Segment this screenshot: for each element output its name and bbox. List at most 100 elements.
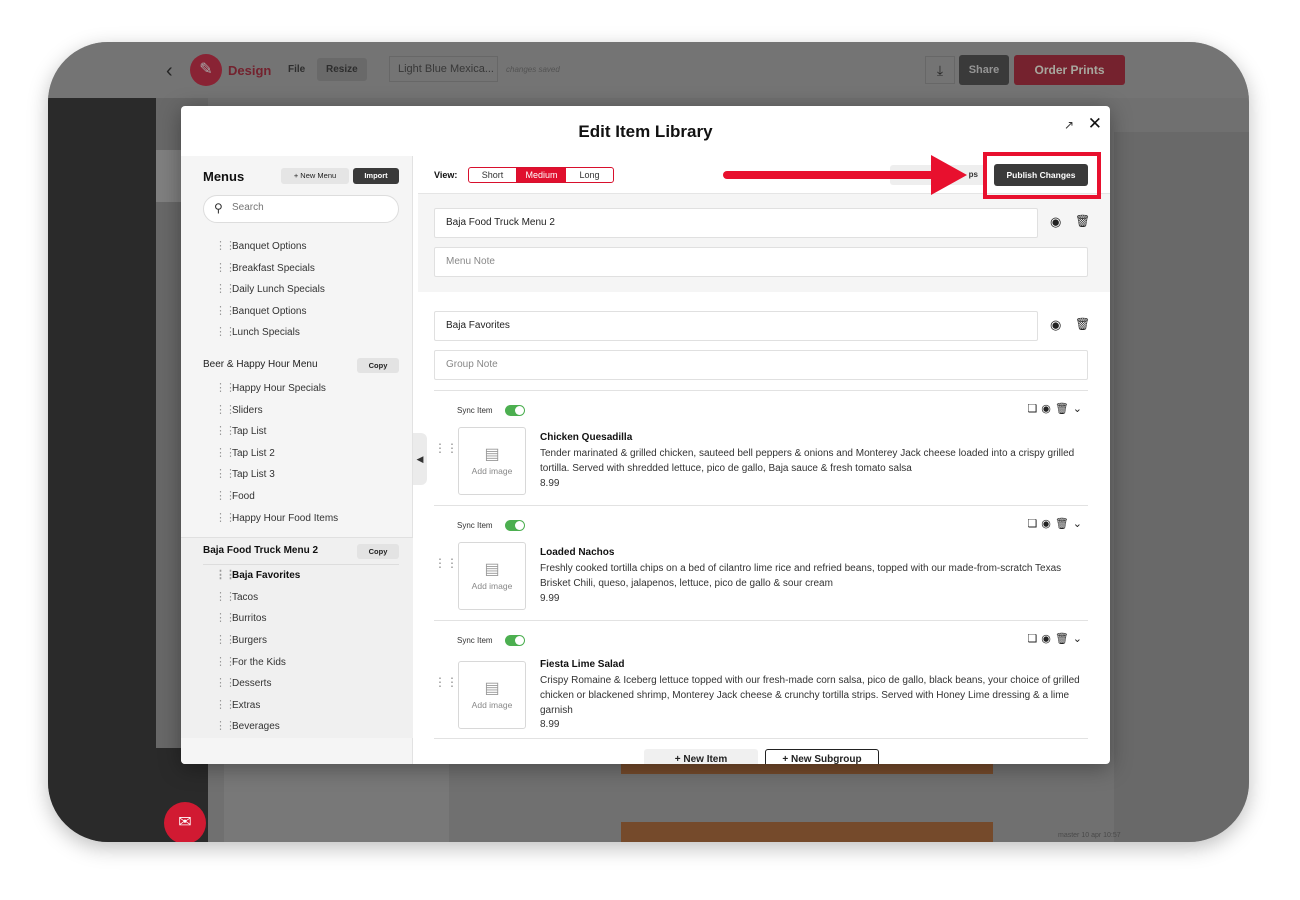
eye-icon[interactable]: ◉ [1041, 518, 1055, 530]
search-box[interactable]: ⚲ [203, 195, 399, 223]
add-image-button[interactable]: ▤ Add image [458, 661, 526, 729]
view-medium[interactable]: Medium [517, 168, 566, 182]
list-item[interactable]: ⋮⋮ Sliders [181, 400, 413, 422]
menu-header-beer[interactable]: Beer & Happy Hour Menu Copy [181, 352, 413, 378]
sync-toggle[interactable] [505, 520, 525, 531]
list-item[interactable]: ⋮⋮ Happy Hour Food Items [181, 508, 413, 530]
drag-handle-icon[interactable]: ⋮⋮ [215, 279, 236, 301]
drag-handle-icon[interactable]: ⋮⋮ [215, 301, 236, 323]
drag-handle-icon[interactable]: ⋮⋮ [215, 673, 236, 695]
drag-handle-icon[interactable]: ⋮⋮ [215, 464, 236, 486]
document-name[interactable]: Light Blue Mexica... [389, 56, 498, 82]
item-name[interactable]: Chicken Quesadilla [540, 432, 632, 443]
item-description[interactable]: Crispy Romaine & Iceberg lettuce topped … [540, 673, 1088, 718]
list-item[interactable]: ⋮⋮ Food [181, 486, 413, 508]
view-long[interactable]: Long [566, 168, 613, 182]
list-item[interactable]: ⋮⋮ Banquet Options [181, 236, 413, 258]
chat-icon[interactable]: ✉ [164, 802, 206, 842]
list-item[interactable]: ⋮⋮ Daily Lunch Specials [181, 279, 413, 301]
drag-handle-icon[interactable]: ⋮⋮ [215, 716, 236, 738]
group-name-field[interactable]: Baja Favorites [434, 311, 1038, 341]
item-price[interactable]: 9.99 [540, 593, 559, 604]
list-item[interactable]: ⋮⋮ Tap List 2 [181, 443, 413, 465]
drag-handle-icon[interactable]: ⋮⋮ [215, 421, 236, 443]
order-prints-button[interactable]: Order Prints [1014, 55, 1125, 85]
trash-icon[interactable]: 🗑 [1055, 403, 1073, 415]
share-button[interactable]: Share [959, 55, 1009, 85]
item-name[interactable]: Fiesta Lime Salad [540, 659, 624, 670]
resize-menu[interactable]: Resize [317, 58, 367, 81]
drag-handle-icon[interactable]: ⋮⋮ [434, 675, 458, 689]
list-item[interactable]: ⋮⋮ Burritos [181, 608, 413, 630]
list-item[interactable]: ⋮⋮ Tacos [181, 587, 413, 609]
trash-icon[interactable]: 🗑 [1075, 214, 1090, 228]
drag-handle-icon[interactable]: ⋮⋮ [215, 695, 236, 717]
download-icon[interactable]: ⤓ [925, 56, 955, 84]
chevron-down-icon[interactable]: ⌄ [1073, 518, 1086, 530]
drag-handle-icon[interactable]: ⋮⋮ [215, 508, 236, 530]
new-item-button[interactable]: + New Item [644, 749, 758, 764]
add-image-button[interactable]: ▤ Add image [458, 542, 526, 610]
sync-toggle[interactable] [505, 405, 525, 416]
menu-name-field[interactable]: Baja Food Truck Menu 2 [434, 208, 1038, 238]
list-item[interactable]: ⋮⋮ Breakfast Specials [181, 258, 413, 280]
drag-handle-icon[interactable]: ⋮⋮ [215, 486, 236, 508]
drag-handle-icon[interactable]: ⋮⋮ [215, 443, 236, 465]
copy-button[interactable]: Copy [357, 357, 399, 373]
drag-handle-icon[interactable]: ⋮⋮ [215, 565, 236, 587]
list-item[interactable]: ⋮⋮ Burgers [181, 630, 413, 652]
list-item-selected[interactable]: ⋮⋮ Baja Favorites [181, 565, 413, 587]
eye-icon[interactable]: ◉ [1041, 403, 1055, 415]
eye-icon[interactable]: ◉ [1050, 317, 1061, 333]
drag-handle-icon[interactable]: ⋮⋮ [434, 441, 458, 455]
item-description[interactable]: Tender marinated & grilled chicken, saut… [540, 446, 1088, 476]
add-image-button[interactable]: ▤ Add image [458, 427, 526, 495]
list-item[interactable]: ⋮⋮ Tap List 3 [181, 464, 413, 486]
close-icon[interactable]: ✕ [1088, 114, 1102, 134]
list-item[interactable]: ⋮⋮ Banquet Options [181, 301, 413, 323]
menu-header-baja[interactable]: Baja Food Truck Menu 2 Copy [181, 538, 413, 564]
menu-note-field[interactable]: Menu Note [434, 247, 1088, 277]
copy-button[interactable]: Copy [357, 544, 399, 560]
item-name[interactable]: Loaded Nachos [540, 547, 614, 558]
drag-handle-icon[interactable]: ⋮⋮ [215, 378, 236, 400]
drag-handle-icon[interactable]: ⋮⋮ [215, 236, 236, 258]
trash-icon[interactable]: 🗑 [1055, 633, 1073, 645]
item-price[interactable]: 8.99 [540, 719, 559, 730]
list-item[interactable]: ⋮⋮ For the Kids [181, 652, 413, 674]
drag-handle-icon[interactable]: ⋮⋮ [215, 608, 236, 630]
eye-icon[interactable]: ◉ [1050, 214, 1061, 230]
list-item[interactable]: ⋮⋮ Tap List [181, 421, 413, 443]
trash-icon[interactable]: 🗑 [1075, 317, 1090, 331]
drag-handle-icon[interactable]: ⋮⋮ [215, 587, 236, 609]
trash-icon[interactable]: 🗑 [1055, 518, 1073, 530]
duplicate-icon[interactable]: ❏ [1027, 633, 1041, 645]
search-input[interactable] [232, 202, 392, 213]
chevron-down-icon[interactable]: ⌄ [1073, 633, 1086, 645]
view-short[interactable]: Short [469, 168, 517, 182]
list-item[interactable]: ⋮⋮ Beverages [181, 716, 413, 738]
new-subgroup-button[interactable]: + New Subgroup [765, 749, 879, 764]
chevron-down-icon[interactable]: ⌄ [1073, 403, 1086, 415]
drag-handle-icon[interactable]: ⋮⋮ [215, 630, 236, 652]
drag-handle-icon[interactable]: ⋮⋮ [215, 652, 236, 674]
drag-handle-icon[interactable]: ⋮⋮ [434, 556, 458, 570]
list-item[interactable]: ⋮⋮ Happy Hour Specials [181, 378, 413, 400]
drag-handle-icon[interactable]: ⋮⋮ [215, 400, 236, 422]
back-arrow-icon[interactable]: ‹ [166, 60, 173, 83]
duplicate-icon[interactable]: ❏ [1027, 403, 1041, 415]
expand-icon[interactable]: ↗ [1064, 118, 1074, 132]
sync-toggle[interactable] [505, 635, 525, 646]
drag-handle-icon[interactable]: ⋮⋮ [215, 322, 236, 344]
import-button[interactable]: Import [353, 168, 399, 184]
item-description[interactable]: Freshly cooked tortilla chips on a bed o… [540, 561, 1088, 591]
drag-handle-icon[interactable]: ⋮⋮ [215, 258, 236, 280]
duplicate-icon[interactable]: ❏ [1027, 518, 1041, 530]
group-note-field[interactable]: Group Note [434, 350, 1088, 380]
list-item[interactable]: ⋮⋮ Desserts [181, 673, 413, 695]
item-price[interactable]: 8.99 [540, 478, 559, 489]
new-menu-button[interactable]: + New Menu [281, 168, 349, 184]
list-item[interactable]: ⋮⋮ Extras [181, 695, 413, 717]
eye-icon[interactable]: ◉ [1041, 633, 1055, 645]
file-menu[interactable]: File [288, 64, 305, 75]
